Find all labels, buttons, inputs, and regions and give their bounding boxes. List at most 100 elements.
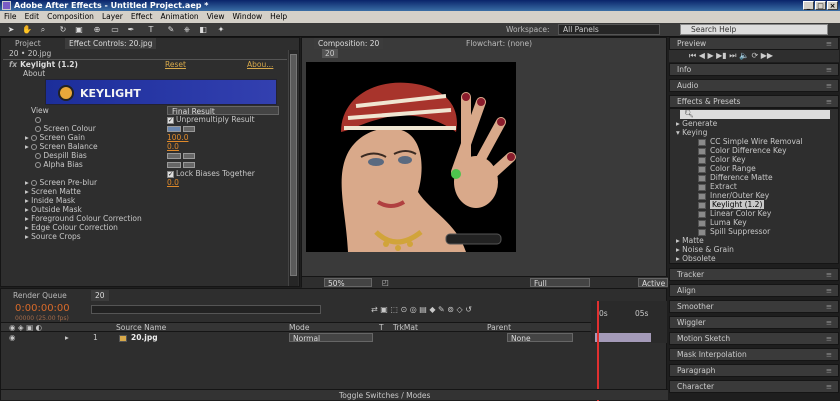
column-mode[interactable]: Mode bbox=[289, 323, 309, 332]
about-label[interactable]: About bbox=[23, 69, 45, 78]
clone-stamp-tool-icon[interactable]: ⎈ bbox=[182, 25, 192, 35]
prev-frame-icon[interactable]: ◀ bbox=[699, 51, 705, 60]
tracker-panel[interactable]: Tracker ≡ bbox=[669, 268, 839, 281]
eye-icon[interactable]: ◉ bbox=[9, 333, 16, 342]
lock-biases-checkbox[interactable]: ✓ Lock Biases Together bbox=[167, 169, 255, 178]
mask-interpolation-panel[interactable]: Mask Interpolation ≡ bbox=[669, 348, 839, 361]
loop-icon[interactable]: ⟳ bbox=[752, 51, 759, 60]
current-time-indicator[interactable] bbox=[597, 301, 599, 401]
search-help-input[interactable]: Search Help bbox=[680, 24, 828, 35]
selection-tool-icon[interactable]: ➤ bbox=[6, 25, 16, 35]
stopwatch-icon[interactable] bbox=[35, 115, 41, 124]
effect-extract[interactable]: Extract bbox=[698, 182, 737, 191]
smoother-panel[interactable]: Smoother ≡ bbox=[669, 300, 839, 313]
info-panel[interactable]: Info ≡ bbox=[669, 63, 839, 76]
alpha-bias-swatch[interactable] bbox=[167, 160, 196, 169]
rotate-tool-icon[interactable]: ↻ bbox=[58, 25, 68, 35]
pan-behind-tool-icon[interactable]: ⊕ bbox=[92, 25, 102, 35]
maximize-button[interactable]: □ bbox=[815, 1, 826, 10]
character-panel[interactable]: Character ≡ bbox=[669, 380, 839, 393]
column-trkmat[interactable]: TrkMat bbox=[393, 323, 418, 332]
column-source-name[interactable]: Source Name bbox=[116, 323, 166, 332]
menu-window[interactable]: Window bbox=[229, 11, 267, 23]
snapshot-icon[interactable]: ◰ bbox=[382, 278, 389, 287]
group-outside-mask[interactable]: ▸ Outside Mask bbox=[25, 205, 82, 214]
motion-sketch-panel[interactable]: Motion Sketch ≡ bbox=[669, 332, 839, 345]
zoom-tool-icon[interactable]: ⌕ bbox=[38, 25, 48, 35]
camera-tool-icon[interactable]: ▣ bbox=[74, 25, 84, 35]
despill-bias-swatch[interactable] bbox=[167, 151, 196, 160]
effect-cc-simple-wire-removal[interactable]: CC Simple Wire Removal bbox=[698, 137, 803, 146]
time-ruler[interactable]: 0s 05s bbox=[591, 301, 667, 401]
group-inside-mask[interactable]: ▸ Inside Mask bbox=[25, 196, 75, 205]
effects-search-input[interactable]: 🔍︎ bbox=[680, 110, 830, 119]
effect-spill-suppressor[interactable]: Spill Suppressor bbox=[698, 227, 770, 236]
about-link[interactable]: Abou... bbox=[247, 60, 273, 69]
category-noise-grain[interactable]: ▸ Noise & Grain bbox=[676, 245, 734, 254]
group-source-crops[interactable]: ▸ Source Crops bbox=[25, 232, 81, 241]
screen-colour-swatch[interactable] bbox=[167, 124, 196, 133]
effect-difference-matte[interactable]: Difference Matte bbox=[698, 173, 773, 182]
effect-inner-outer-key[interactable]: Inner/Outer Key bbox=[698, 191, 769, 200]
minimize-button[interactable]: _ bbox=[803, 1, 814, 10]
group-screen-matte[interactable]: ▸ Screen Matte bbox=[25, 187, 81, 196]
unpremultiply-checkbox[interactable]: ✓ Unpremultiply Result bbox=[167, 115, 255, 124]
effect-color-range[interactable]: Color Range bbox=[698, 164, 756, 173]
menu-animation[interactable]: Animation bbox=[156, 11, 202, 23]
table-row[interactable]: ◉ ▸ 1 20.jpg Normal None bbox=[1, 333, 591, 343]
workspace-select[interactable]: All Panels bbox=[558, 24, 660, 35]
pen-tool-icon[interactable]: ✒ bbox=[126, 25, 136, 35]
group-foreground-colour-correction[interactable]: ▸ Foreground Colour Correction bbox=[25, 214, 142, 223]
menu-effect[interactable]: Effect bbox=[127, 11, 157, 23]
eraser-tool-icon[interactable]: ◧ bbox=[198, 25, 208, 35]
effect-luma-key[interactable]: Luma Key bbox=[698, 218, 747, 227]
effect-linear-color-key[interactable]: Linear Color Key bbox=[698, 209, 771, 218]
tab-effect-controls[interactable]: Effect Controls: 20.jpg bbox=[65, 38, 157, 49]
resolution-dropdown[interactable]: Full bbox=[530, 278, 590, 288]
last-frame-icon[interactable]: ⏭ bbox=[729, 51, 736, 60]
toggle-switches-modes[interactable]: Toggle Switches / Modes bbox=[339, 391, 430, 400]
category-obsolete[interactable]: ▸ Obsolete bbox=[676, 254, 716, 263]
effect-name[interactable]: fx Keylight (1.2) bbox=[9, 60, 78, 69]
view-dropdown[interactable]: Final Result bbox=[167, 106, 279, 116]
scrollbar-thumb[interactable] bbox=[290, 54, 297, 276]
reset-link[interactable]: Reset bbox=[165, 60, 186, 69]
column-t[interactable]: T bbox=[379, 323, 384, 332]
brush-tool-icon[interactable]: ✎ bbox=[166, 25, 176, 35]
effect-color-difference-key[interactable]: Color Difference Key bbox=[698, 146, 787, 155]
group-edge-colour-correction[interactable]: ▸ Edge Colour Correction bbox=[25, 223, 118, 232]
tab-project[interactable]: Project bbox=[11, 38, 45, 49]
preview-panel[interactable]: Preview ≡ bbox=[669, 37, 839, 50]
category-generate[interactable]: ▸ Generate bbox=[676, 119, 717, 128]
column-parent[interactable]: Parent bbox=[487, 323, 511, 332]
comp-label[interactable]: 20 bbox=[322, 49, 338, 58]
menu-file[interactable]: File bbox=[0, 11, 21, 23]
audio-panel[interactable]: Audio ≡ bbox=[669, 79, 839, 92]
layer-duration-bar[interactable] bbox=[595, 333, 651, 342]
paragraph-panel[interactable]: Paragraph ≡ bbox=[669, 364, 839, 377]
align-panel[interactable]: Align ≡ bbox=[669, 284, 839, 297]
composition-viewer[interactable] bbox=[306, 62, 516, 252]
layer-mode-dropdown[interactable]: Normal bbox=[289, 333, 373, 343]
menu-layer[interactable]: Layer bbox=[98, 11, 127, 23]
menu-view[interactable]: View bbox=[203, 11, 229, 23]
hand-tool-icon[interactable]: ✋ bbox=[22, 25, 32, 35]
wiggler-panel[interactable]: Wiggler ≡ bbox=[669, 316, 839, 329]
zoom-dropdown[interactable]: 50% bbox=[324, 278, 372, 288]
menu-help[interactable]: Help bbox=[266, 11, 291, 23]
effects-presets-panel[interactable]: Effects & Presets ≡ bbox=[669, 95, 839, 108]
effect-color-key[interactable]: Color Key bbox=[698, 155, 746, 164]
category-keying[interactable]: ▾ Keying bbox=[676, 128, 707, 137]
timeline-tool-icons[interactable]: ⇄ ▣ ⬚ ⊙ ◎ ▤ ◆ ✎ ⊚ ◇ ↺ bbox=[371, 305, 472, 314]
rectangle-tool-icon[interactable]: ▭ bbox=[110, 25, 120, 35]
camera-dropdown[interactable]: Active bbox=[638, 278, 668, 288]
layer-name[interactable]: 20.jpg bbox=[119, 333, 158, 342]
tab-flowchart[interactable]: Flowchart: (none) bbox=[462, 38, 536, 49]
next-frame-icon[interactable]: ▶▮ bbox=[716, 51, 727, 60]
screen-preblur-value[interactable]: 0.0 bbox=[167, 178, 179, 187]
close-button[interactable]: × bbox=[827, 1, 838, 10]
puppet-tool-icon[interactable]: ✦ bbox=[216, 25, 226, 35]
screen-gain-value[interactable]: 100.0 bbox=[167, 133, 188, 142]
ram-preview-icon[interactable]: ▶▶ bbox=[761, 51, 773, 60]
effect-keylight[interactable]: Keylight (1.2) bbox=[698, 200, 765, 209]
